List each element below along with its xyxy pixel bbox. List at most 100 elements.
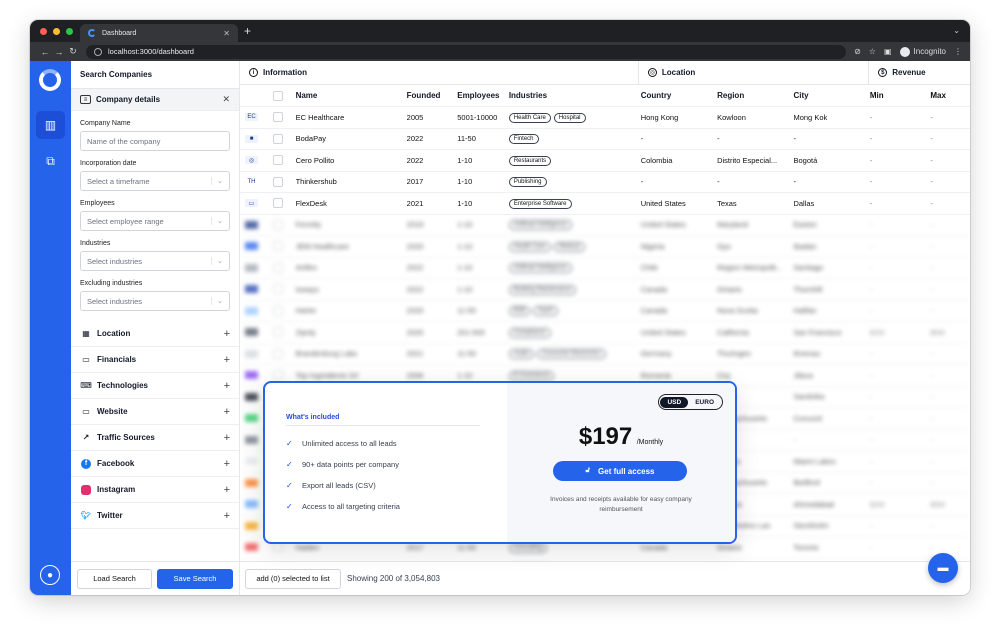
industry-tag[interactable]: Building Maintenance <box>508 284 577 295</box>
website-filter[interactable]: ▭ Website + <box>71 399 239 425</box>
table-row[interactable]: Artifex 2022 1-10 Artificial Intelligence Ch… <box>240 258 970 279</box>
close-window-button[interactable] <box>40 28 47 35</box>
employees-header[interactable]: Employees <box>457 91 509 100</box>
row-checkbox[interactable] <box>272 112 283 123</box>
industry-tag[interactable]: Artificial Intelligence <box>508 263 572 274</box>
industry-tag[interactable]: Consumer Electronics <box>537 349 606 360</box>
incorporation-select[interactable]: Select a timeframe ⌄ <box>80 171 230 191</box>
city-header[interactable]: City <box>793 91 869 100</box>
row-checkbox[interactable] <box>272 198 283 209</box>
row-checkbox[interactable] <box>272 327 283 338</box>
get-full-access-button[interactable]: 🔓︎ Get full access <box>553 461 687 481</box>
table-row[interactable]: Zipnly 2020 201-500 Compliance United States… <box>240 322 970 344</box>
lists-nav-icon[interactable]: ⧉ <box>36 147 65 175</box>
usd-option[interactable]: USD <box>660 396 689 408</box>
traffic-sources-filter[interactable]: ↗ Traffic Sources + <box>71 425 239 451</box>
industry-tag[interactable]: Publishing <box>508 177 547 188</box>
industry-tag[interactable]: Audio <box>508 349 535 360</box>
location-filter[interactable]: ▦ Location + <box>71 321 239 347</box>
table-row[interactable]: TH Thinkershub 2017 1-10 Publishing - - - - - <box>240 172 970 193</box>
industry-tag[interactable]: Compliance <box>508 327 551 338</box>
table-row[interactable]: EC EC Healthcare 2005 5001-10000 Health Care… <box>240 107 970 129</box>
twitter-filter[interactable]: 🐦︎ Twitter + <box>71 503 239 529</box>
instagram-filter-label: Instagram <box>97 485 136 494</box>
table-row[interactable]: Harter 2020 11-50 B2B SaaS Canada Nova Scotia H… <box>240 301 970 322</box>
table-row[interactable]: Ferreity 2019 1-10 Artificial Intelligence U… <box>240 215 970 236</box>
row-checkbox[interactable] <box>272 176 283 187</box>
load-search-button[interactable]: Load Search <box>77 568 152 589</box>
user-avatar-icon[interactable]: ● <box>40 565 60 585</box>
industry-tag[interactable]: Artificial Intelligence <box>508 220 572 231</box>
table-row[interactable]: JEM Healthcare 2020 1-10 Health Care Medical… <box>240 236 970 258</box>
menu-kebab-icon[interactable]: ⋮ <box>954 47 962 56</box>
min-header[interactable]: Min <box>870 91 931 100</box>
industry-tag[interactable]: B2B <box>508 306 531 317</box>
industries-header[interactable]: Industries <box>509 91 641 100</box>
eye-off-icon[interactable]: ⊘ <box>854 47 861 56</box>
sidebar-toggle-icon[interactable]: ▣ <box>884 47 892 56</box>
facebook-filter[interactable]: f Facebook + <box>71 451 239 477</box>
industry-tag[interactable]: Enterprise Software <box>508 198 572 209</box>
currency-toggle[interactable]: USD EURO <box>658 394 723 410</box>
site-info-icon[interactable] <box>94 47 102 56</box>
add-to-list-button[interactable]: add (0) selected to list <box>245 568 341 589</box>
founded-header[interactable]: Founded <box>407 91 458 100</box>
url-field[interactable]: localhost:3000/dashboard <box>86 44 847 59</box>
industry-tag[interactable]: Hospital <box>553 112 586 123</box>
reload-icon[interactable]: ↻ <box>66 46 80 57</box>
table-row[interactable]: Brandenburg Labs 2021 11-50 Audio Consumer E… <box>240 344 970 365</box>
table-row[interactable]: ■ BodaPay 2022 11-50 Fintech - - - - - <box>240 129 970 150</box>
country-header[interactable]: Country <box>641 91 717 100</box>
forward-icon[interactable]: → <box>52 47 66 57</box>
row-checkbox[interactable] <box>272 348 283 359</box>
euro-option[interactable]: EURO <box>688 397 721 408</box>
table-row[interactable]: Ioways 2022 1-10 Building Maintenance Canada… <box>240 279 970 301</box>
bookmark-star-icon[interactable]: ☆ <box>869 47 876 56</box>
browser-tab[interactable]: Dashboard ✕ <box>80 24 238 42</box>
table-row[interactable]: ◎ Cero Pollito 2022 1-10 Restaurants Colombia… <box>240 150 970 172</box>
industries-cell: Artificial Intelligence <box>508 219 641 231</box>
name-header[interactable]: Name <box>296 91 407 100</box>
tab-search-icon[interactable]: ⌄ <box>953 26 960 35</box>
employees-select[interactable]: Select employee range ⌄ <box>80 211 230 231</box>
row-checkbox[interactable] <box>272 262 283 273</box>
row-checkbox[interactable] <box>272 219 283 230</box>
industry-tag[interactable]: Health Care <box>508 241 551 252</box>
industry-tag[interactable]: Health Care <box>508 112 551 123</box>
max-header[interactable]: Max <box>930 91 970 100</box>
row-checkbox[interactable] <box>272 305 283 316</box>
row-checkbox[interactable] <box>272 370 283 381</box>
excluding-industries-select[interactable]: Select industries ⌄ <box>80 291 230 311</box>
instagram-filter[interactable]: Instagram + <box>71 477 239 503</box>
minimize-window-button[interactable] <box>53 28 60 35</box>
industry-tag[interactable]: Restaurants <box>508 155 552 166</box>
company-name-input[interactable]: Name of the company <box>80 131 230 151</box>
row-checkbox-cell <box>272 112 296 123</box>
save-search-button[interactable]: Save Search <box>157 568 233 589</box>
close-section-icon[interactable]: ✕ <box>222 94 230 105</box>
industry-tag[interactable]: Consulting <box>508 542 548 553</box>
industry-tag[interactable]: Fintech <box>508 134 539 145</box>
technologies-filter[interactable]: ⌨ Technologies + <box>71 373 239 399</box>
region-header[interactable]: Region <box>717 91 793 100</box>
back-icon[interactable]: ← <box>38 47 52 57</box>
maximize-window-button[interactable] <box>66 28 73 35</box>
profile-button[interactable]: Incognito <box>899 46 946 57</box>
companies-nav-icon[interactable]: ▥ <box>36 111 65 139</box>
close-tab-icon[interactable]: ✕ <box>223 29 230 38</box>
industries-select[interactable]: Select industries ⌄ <box>80 251 230 271</box>
company-details-header[interactable]: ≡ Company details ✕ <box>71 89 239 111</box>
row-checkbox[interactable] <box>272 155 283 166</box>
row-checkbox[interactable] <box>272 284 283 295</box>
select-all-checkbox[interactable] <box>272 90 283 101</box>
table-row[interactable]: ▭ FlexDesk 2021 1-10 Enterprise Software Unit… <box>240 193 970 215</box>
financials-filter[interactable]: ▭ Financials + <box>71 347 239 373</box>
new-tab-button[interactable]: + <box>244 24 251 38</box>
industry-tag[interactable]: Medical <box>553 241 585 252</box>
industry-tag[interactable]: SaaS <box>533 306 558 317</box>
row-checkbox[interactable] <box>272 241 283 252</box>
revenue-max-cell: - <box>930 413 933 423</box>
chat-icon[interactable]: ▬ <box>928 553 958 583</box>
row-checkbox[interactable] <box>272 133 283 144</box>
industry-tag[interactable]: E-Commerce <box>508 370 555 381</box>
